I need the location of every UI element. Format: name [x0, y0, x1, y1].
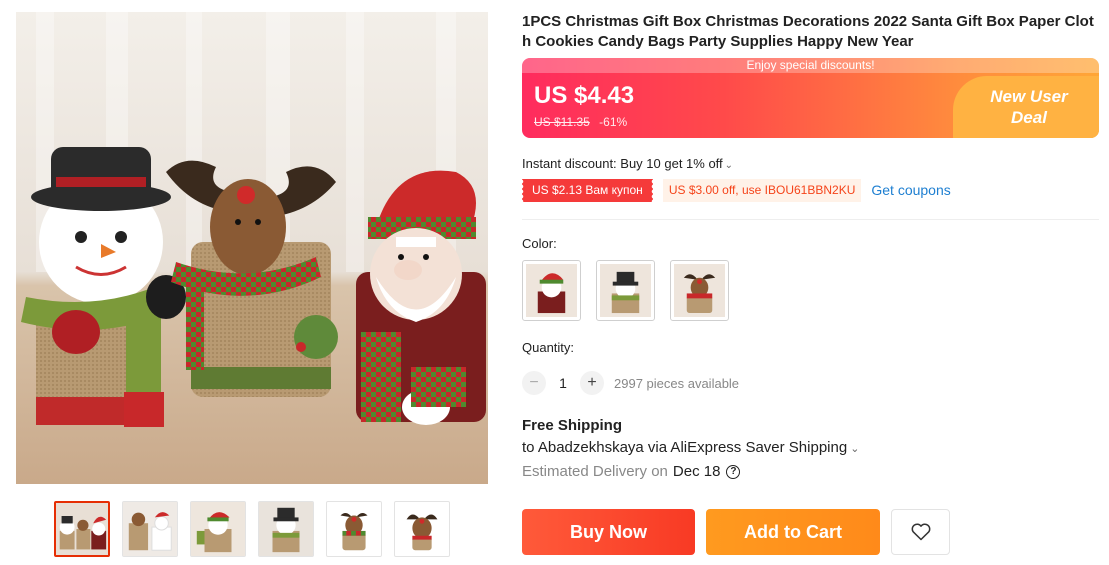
divider	[522, 219, 1099, 220]
quantity-stepper: − 1 + 2997 pieces available	[522, 370, 1102, 396]
promo-strip: Enjoy special discounts!	[522, 58, 1099, 73]
color-options	[522, 260, 1102, 321]
christmas-gift-box-dolls-photo	[16, 12, 488, 484]
discount-percent: -61%	[599, 115, 628, 129]
color-option-snowman[interactable]	[596, 260, 655, 321]
product-details: 1PCS Christmas Gift Box Christmas Decora…	[521, 12, 1102, 480]
quantity-label: Quantity:	[522, 340, 575, 355]
promo-code-coupon[interactable]: US $3.00 off, use IBOU61BBN2KU	[662, 178, 862, 202]
color-label: Color:	[522, 236, 557, 251]
trio-thumb-image	[56, 503, 108, 555]
action-buttons: Buy Now Add to Cart	[522, 509, 950, 555]
stock-available: 2997 pieces available	[614, 375, 740, 391]
shipping-destination[interactable]: to Abadzekhskaya via AliExpress Saver Sh…	[522, 439, 1102, 456]
thumbnail-reindeer-b[interactable]	[394, 501, 450, 557]
quantity-decrease-button[interactable]: −	[522, 371, 546, 395]
price-banner: Enjoy special discounts! US $4.43 US $11…	[522, 58, 1099, 138]
reindeer-variant-image	[674, 264, 725, 317]
buy-now-button[interactable]: Buy Now	[522, 509, 695, 555]
thumbnail-jar-bags[interactable]	[122, 501, 178, 557]
instant-discount-text: Instant discount: Buy 10 get 1% off	[522, 156, 723, 171]
deal-line: Deal	[1011, 108, 1047, 127]
estimated-delivery-date: Dec 18	[672, 463, 721, 480]
question-icon[interactable]: ?	[726, 464, 741, 479]
reindeer-alt-thumb-image	[395, 502, 449, 556]
chevron-down-icon: ⌄	[850, 443, 860, 455]
santa-variant-image	[526, 264, 577, 317]
color-option-reindeer[interactable]	[670, 260, 729, 321]
current-price: US $4.43	[534, 82, 635, 109]
santa-thumb-image	[191, 502, 245, 556]
get-coupons-link[interactable]: Get coupons	[871, 182, 950, 198]
original-price: US $11.35	[534, 115, 590, 129]
estimated-delivery: Estimated Delivery on Dec 18 ?	[522, 463, 1102, 480]
snowman-thumb-image	[259, 502, 313, 556]
new-user-deal-badge: New User Deal	[953, 76, 1099, 138]
add-to-cart-button[interactable]: Add to Cart	[706, 509, 880, 555]
original-price-row: US $11.35 -61%	[534, 115, 627, 129]
product-title: 1PCS Christmas Gift Box Christmas Decora…	[522, 13, 1094, 50]
snowman-variant-image	[600, 264, 651, 317]
color-option-santa[interactable]	[522, 260, 581, 321]
thumbnail-strip	[54, 501, 450, 557]
thumbnail-reindeer-a[interactable]	[326, 501, 382, 557]
quantity-increase-button[interactable]: +	[580, 371, 604, 395]
shipping-destination-text: to Abadzekhskaya via AliExpress Saver Sh…	[522, 439, 848, 456]
coupon-row: US $2.13 Вам купон US $3.00 off, use IBO…	[521, 178, 1102, 202]
instant-discount[interactable]: Instant discount: Buy 10 get 1% off ⌄	[522, 156, 1102, 171]
thumbnail-santa[interactable]	[190, 501, 246, 557]
thumbnail-snowman[interactable]	[258, 501, 314, 557]
heart-icon	[911, 523, 930, 541]
reindeer-thumb-image	[327, 502, 381, 556]
chevron-down-icon: ⌄	[724, 160, 734, 171]
main-product-image[interactable]	[16, 12, 488, 484]
wishlist-button[interactable]	[891, 509, 950, 555]
estimated-delivery-label: Estimated Delivery on	[522, 463, 668, 480]
thumbnail-trio[interactable]	[54, 501, 110, 557]
quantity-value[interactable]: 1	[546, 375, 580, 391]
jar-bags-thumb-image	[123, 502, 177, 556]
new-user-line: New User	[990, 87, 1068, 106]
store-coupon[interactable]: US $2.13 Вам купон	[521, 178, 653, 202]
shipping-title: Free Shipping	[522, 417, 623, 434]
